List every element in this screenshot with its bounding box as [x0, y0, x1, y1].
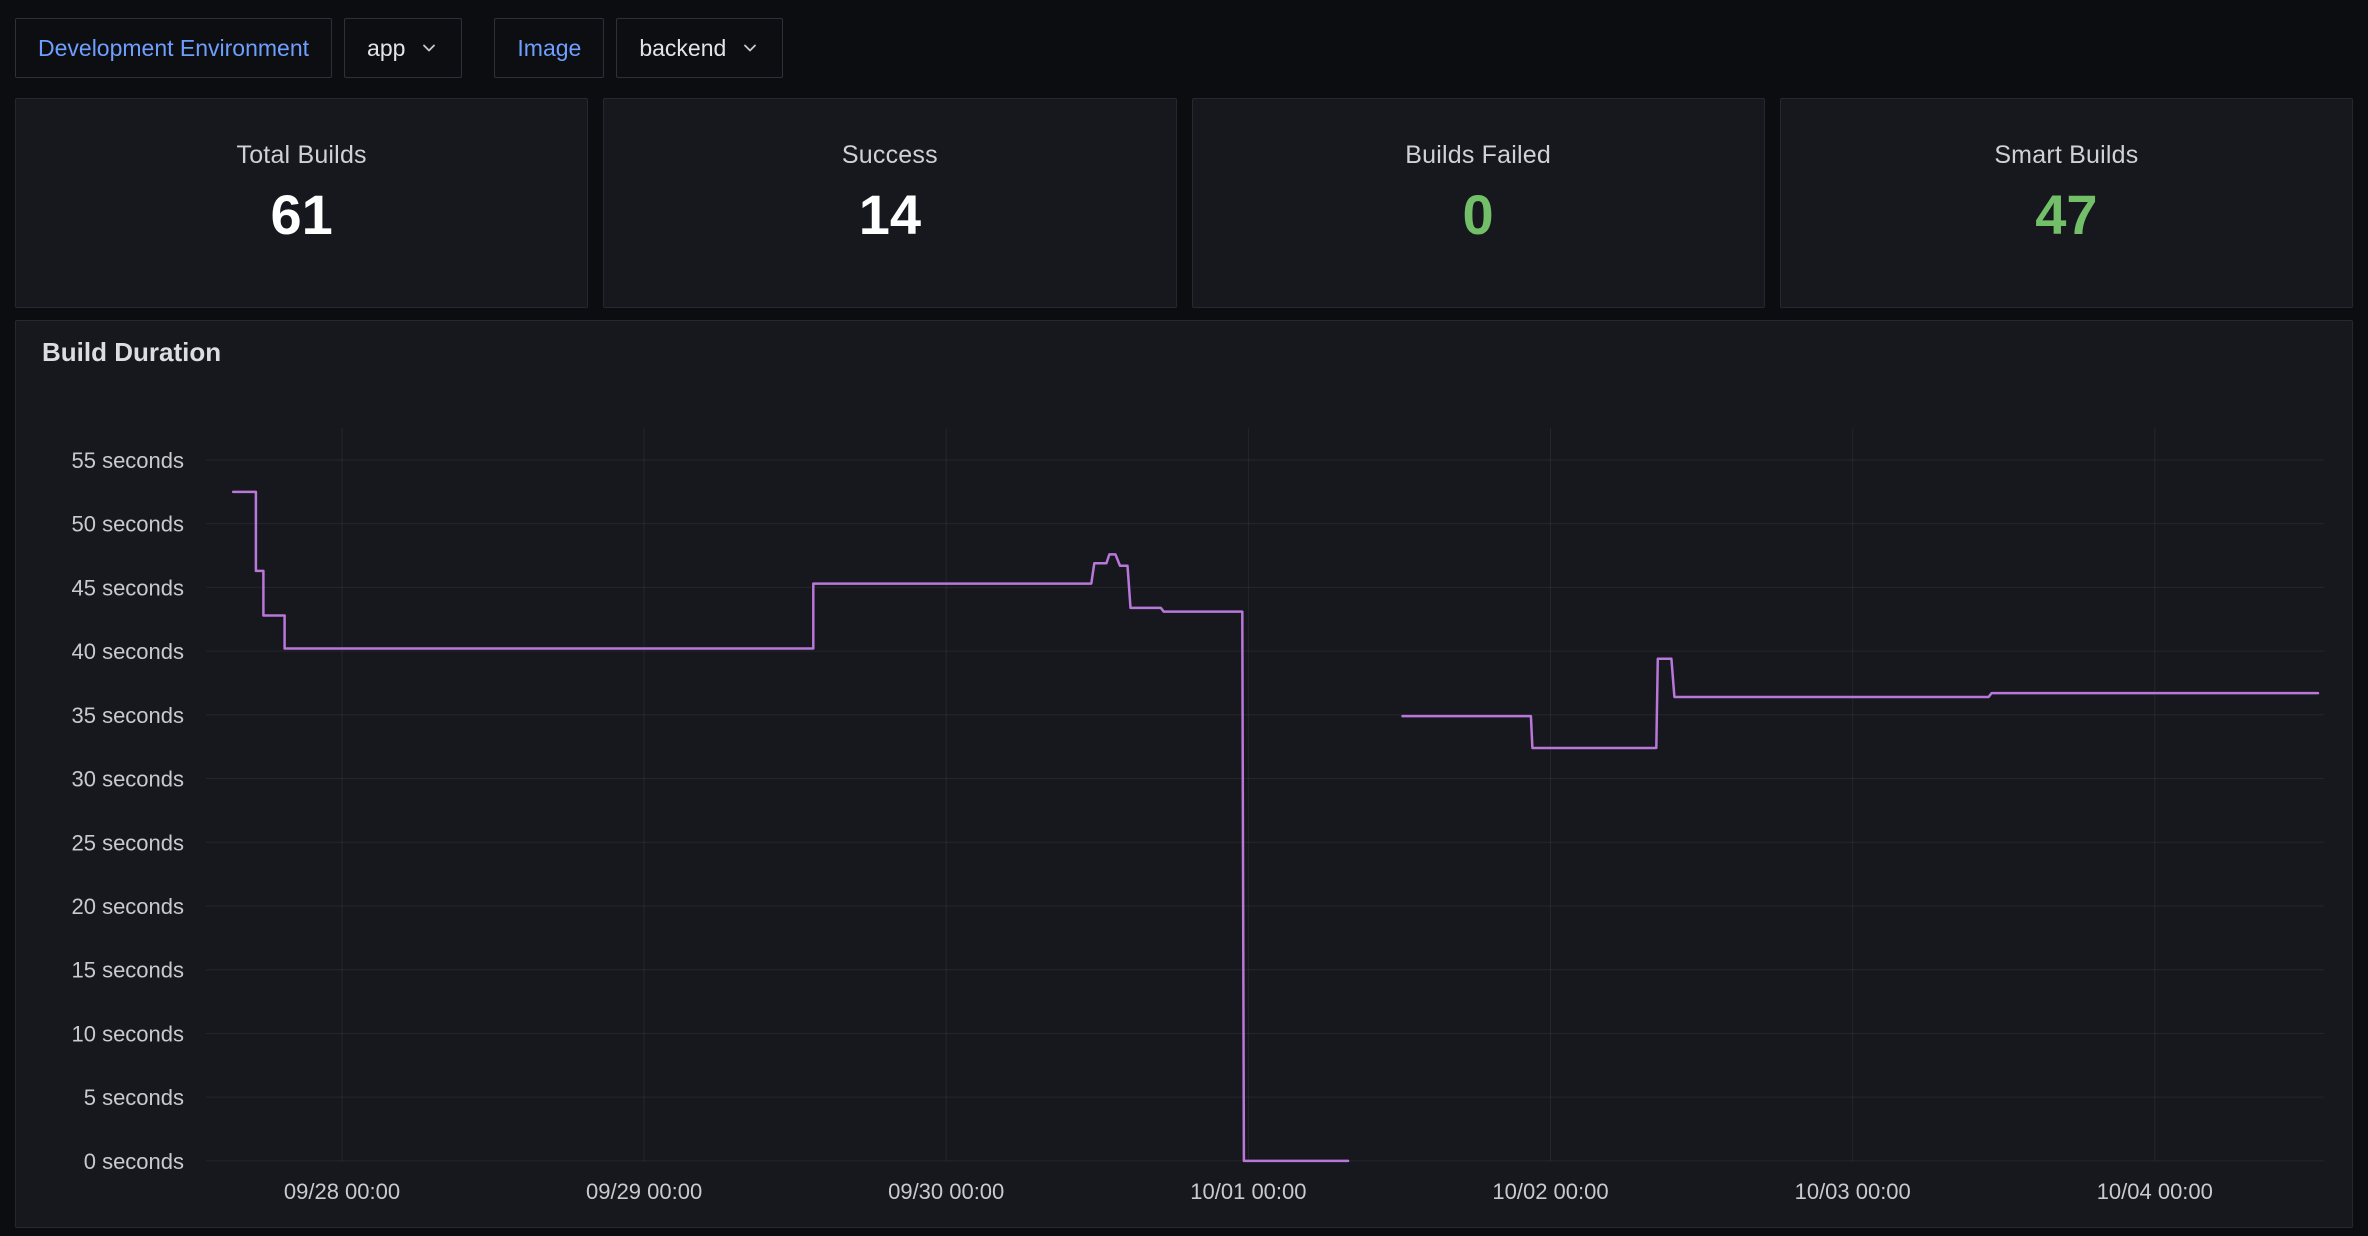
stat-panel-total-builds: Total Builds 61: [15, 98, 588, 308]
variable-backend-select[interactable]: backend: [616, 18, 783, 78]
variable-image-label: Image: [517, 35, 581, 62]
svg-text:30 seconds: 30 seconds: [72, 767, 184, 792]
stat-title: Builds Failed: [1405, 141, 1551, 170]
stat-value: 14: [859, 184, 921, 246]
chevron-down-icon: [419, 38, 439, 58]
svg-text:45 seconds: 45 seconds: [72, 575, 184, 600]
variable-environment-label: Development Environment: [38, 35, 309, 62]
variable-app-select[interactable]: app: [344, 18, 462, 78]
build-duration-panel: Build Duration 0 seconds 5 seconds 10 seco…: [15, 320, 2353, 1228]
svg-text:09/29 00:00: 09/29 00:00: [586, 1179, 702, 1204]
chart-area: 0 seconds 5 seconds 10 seconds 15 seconds 20…: [16, 371, 2352, 1227]
stat-title: Total Builds: [237, 141, 367, 170]
svg-text:55 seconds: 55 seconds: [72, 448, 184, 473]
stat-value: 61: [270, 184, 332, 246]
stat-title: Smart Builds: [1994, 141, 2138, 170]
svg-text:40 seconds: 40 seconds: [72, 639, 184, 664]
svg-text:15 seconds: 15 seconds: [72, 958, 184, 983]
variable-image-label-box[interactable]: Image: [494, 18, 604, 78]
svg-text:10/01 00:00: 10/01 00:00: [1190, 1179, 1306, 1204]
stats-row: Total Builds 61 Success 14 Builds Failed…: [15, 98, 2353, 308]
build-duration-chart[interactable]: 0 seconds 5 seconds 10 seconds 15 seconds 20…: [16, 371, 2352, 1227]
svg-text:10/04 00:00: 10/04 00:00: [2097, 1179, 2213, 1204]
dashboard: Development Environment app Image backen…: [0, 0, 2368, 1236]
variable-bar: Development Environment app Image backen…: [15, 18, 2353, 78]
chevron-down-icon: [740, 38, 760, 58]
svg-text:09/28 00:00: 09/28 00:00: [284, 1179, 400, 1204]
svg-text:0 seconds: 0 seconds: [84, 1149, 184, 1174]
variable-environment[interactable]: Development Environment: [15, 18, 332, 78]
svg-text:10/02 00:00: 10/02 00:00: [1492, 1179, 1608, 1204]
panel-title[interactable]: Build Duration: [42, 337, 221, 368]
svg-text:5 seconds: 5 seconds: [84, 1085, 184, 1110]
stat-title: Success: [842, 141, 938, 170]
svg-text:20 seconds: 20 seconds: [72, 894, 184, 919]
svg-text:35 seconds: 35 seconds: [72, 703, 184, 728]
variable-backend-value: backend: [639, 35, 726, 62]
stat-value: 47: [2035, 184, 2097, 246]
stat-value: 0: [1463, 184, 1494, 246]
svg-text:09/30 00:00: 09/30 00:00: [888, 1179, 1004, 1204]
svg-text:25 seconds: 25 seconds: [72, 830, 184, 855]
svg-text:10/03 00:00: 10/03 00:00: [1795, 1179, 1911, 1204]
variable-app-value: app: [367, 35, 405, 62]
stat-panel-builds-failed: Builds Failed 0: [1192, 98, 1765, 308]
stat-panel-success: Success 14: [603, 98, 1176, 308]
svg-text:10 seconds: 10 seconds: [72, 1021, 184, 1046]
svg-text:50 seconds: 50 seconds: [72, 512, 184, 537]
panel-header: Build Duration: [16, 321, 2352, 371]
stat-panel-smart-builds: Smart Builds 47: [1780, 98, 2353, 308]
